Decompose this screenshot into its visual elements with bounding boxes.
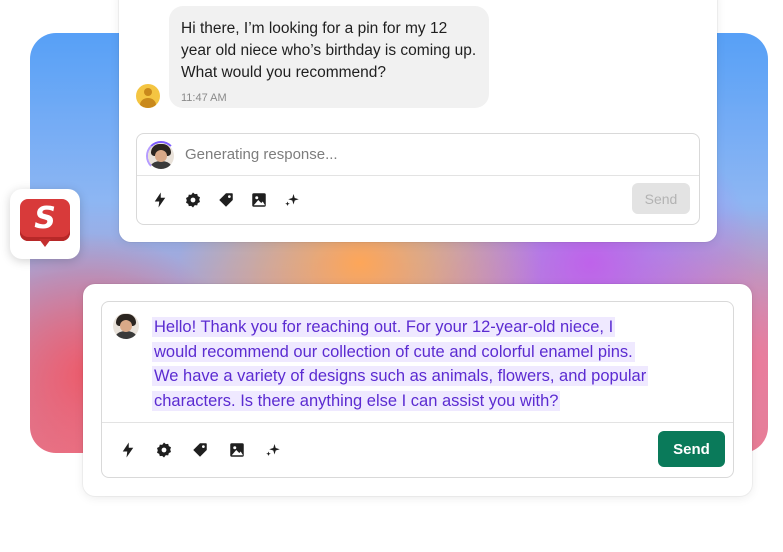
ai-generated-reply[interactable]: Hello! Thank you for reaching out. For y… bbox=[152, 315, 712, 413]
agent-avatar bbox=[148, 143, 174, 169]
sparkles-icon[interactable] bbox=[281, 189, 303, 211]
reply-input-placeholder[interactable]: Generating response... bbox=[185, 146, 338, 163]
reply-line: Hello! Thank you for reaching out. For y… bbox=[152, 317, 616, 337]
tag-icon[interactable] bbox=[215, 189, 237, 211]
reply-line: We have a variety of designs such as ani… bbox=[152, 366, 649, 386]
send-button-disabled[interactable]: Send bbox=[632, 183, 690, 214]
badge-gear-icon[interactable] bbox=[153, 439, 175, 461]
image-icon[interactable] bbox=[226, 439, 248, 461]
reply-input-row[interactable]: Generating response... bbox=[137, 134, 699, 176]
ai-reply-composer: Hello! Thank you for reaching out. For y… bbox=[101, 301, 734, 478]
customer-avatar bbox=[136, 84, 160, 108]
customer-message-bubble: Hi there, I’m looking for a pin for my 1… bbox=[169, 6, 489, 108]
app-logo-icon: S bbox=[10, 189, 80, 259]
badge-gear-icon[interactable] bbox=[182, 189, 204, 211]
composer-toolbar: Send bbox=[137, 175, 699, 224]
reply-composer: Generating response... Send bbox=[136, 133, 700, 225]
reply-line: would recommend our collection of cute a… bbox=[152, 341, 635, 362]
agent-avatar bbox=[113, 313, 139, 339]
lightning-icon[interactable] bbox=[117, 439, 139, 461]
send-button[interactable]: Send bbox=[658, 431, 725, 467]
ai-reply-input-row[interactable]: Hello! Thank you for reaching out. For y… bbox=[102, 302, 733, 423]
image-icon[interactable] bbox=[248, 189, 270, 211]
conversation-card: Hi there, I’m looking for a pin for my 1… bbox=[119, 0, 717, 242]
message-timestamp: 11:47 AM bbox=[181, 92, 227, 104]
tag-icon[interactable] bbox=[189, 439, 211, 461]
lightning-icon[interactable] bbox=[149, 189, 171, 211]
sparkles-icon[interactable] bbox=[262, 439, 284, 461]
customer-message-text: Hi there, I’m looking for a pin for my 1… bbox=[181, 20, 477, 81]
reply-line: characters. Is there anything else I can… bbox=[152, 390, 561, 411]
app-logo-letter: S bbox=[34, 201, 56, 236]
composer-toolbar: Send bbox=[102, 422, 733, 477]
ai-reply-card: Hello! Thank you for reaching out. For y… bbox=[83, 284, 752, 496]
